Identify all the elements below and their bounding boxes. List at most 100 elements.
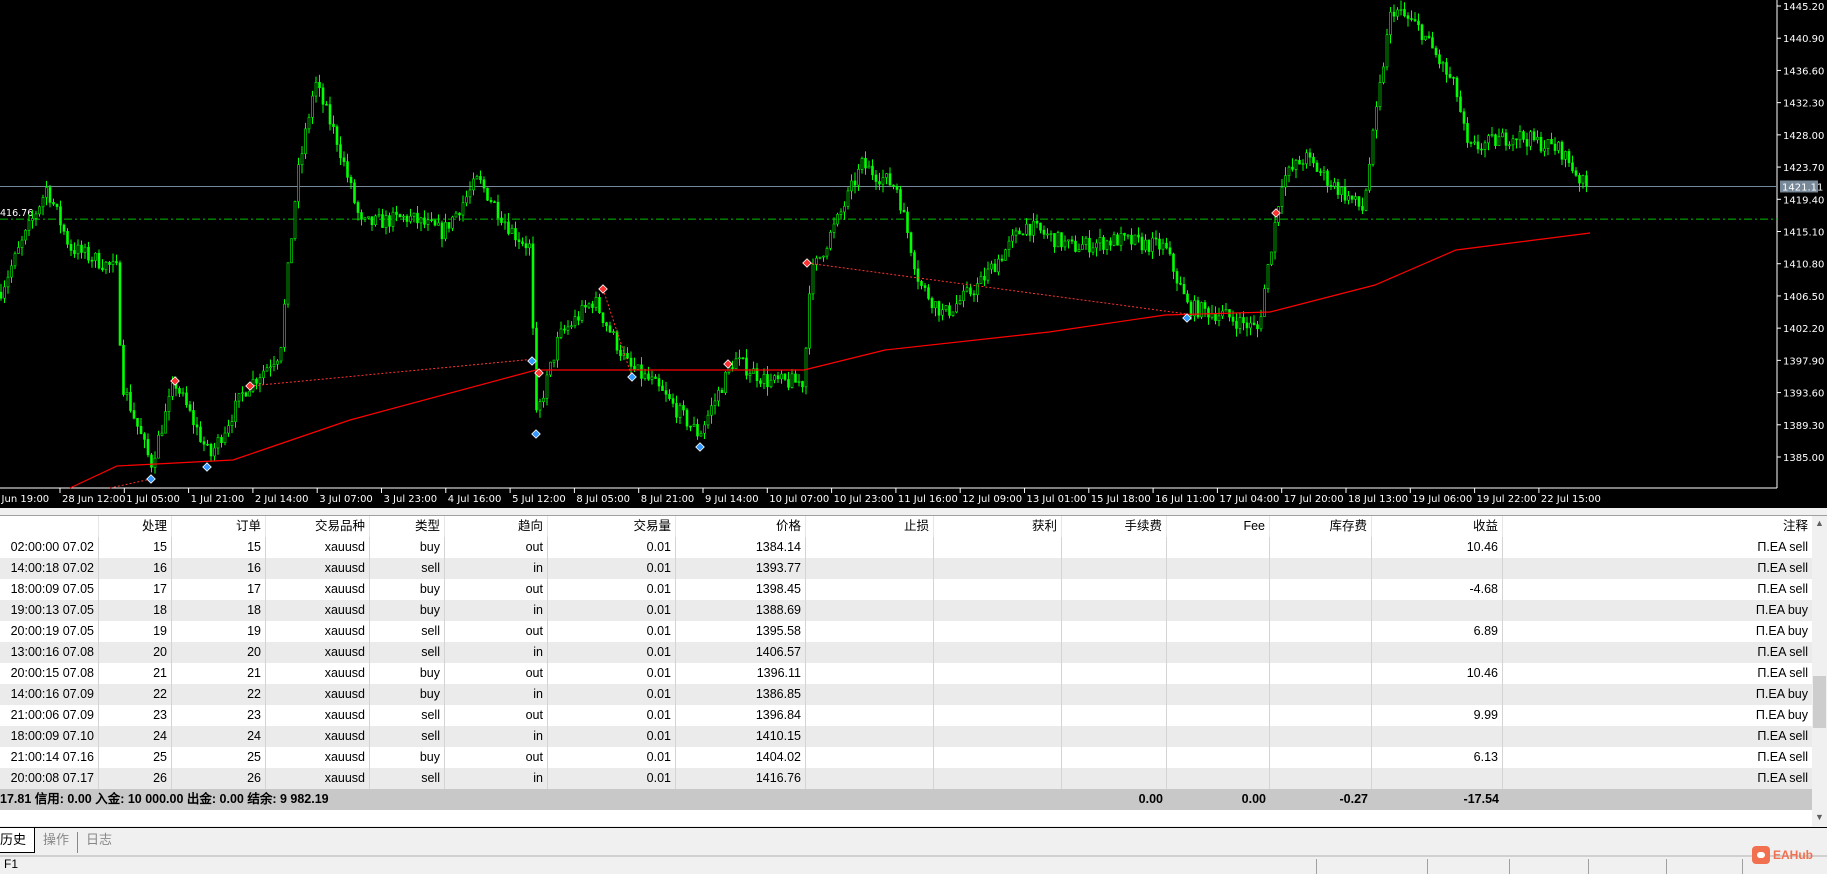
table-row[interactable]: 07.08 20:00:15 21 21 xauusd buy out 0.01 1396.1…	[0, 663, 1812, 684]
candle-body	[248, 390, 251, 397]
tab-journal[interactable]: 日志	[78, 828, 120, 853]
candle-body	[216, 437, 220, 449]
candle-body	[1147, 239, 1151, 252]
table-cell: 07.16 21:00:14	[0, 747, 99, 768]
candle-body	[587, 303, 591, 308]
candle-body	[1133, 234, 1137, 245]
column-header[interactable]: 手续费	[1062, 516, 1167, 537]
table-cell	[1167, 726, 1270, 747]
column-header[interactable]: 收益	[1372, 516, 1503, 537]
candle-body	[934, 301, 937, 309]
candle-body	[1140, 236, 1144, 251]
candle-body	[1525, 139, 1529, 147]
candle-body	[507, 221, 510, 234]
candle-body	[451, 216, 454, 229]
column-header[interactable]: 订单	[172, 516, 266, 537]
table-header[interactable]: 处理 订单 交易品种 类型 趋向 交易量 价格 止损 获利 手续费 Fee 库存费 收益 注释	[0, 516, 1812, 537]
column-header[interactable]: 处理	[99, 516, 172, 537]
candle-body	[1385, 34, 1389, 68]
candle-body	[17, 247, 20, 254]
candle-body	[1581, 175, 1585, 184]
candle-body	[132, 410, 136, 419]
candle-body	[1060, 232, 1063, 248]
table-row[interactable]: 07.05 19:00:13 18 18 xauusd buy in 0.01 1388.69…	[0, 600, 1812, 621]
candle-body	[906, 211, 909, 234]
buy-marker-icon	[202, 462, 212, 472]
candle-body	[325, 103, 328, 106]
candle-body	[101, 267, 104, 271]
table-row[interactable]: 07.09 14:00:16 22 22 xauusd buy in 0.01 1386.85…	[0, 684, 1812, 705]
table-row[interactable]: 07.16 21:00:14 25 25 xauusd buy out 0.01 1404.0…	[0, 747, 1812, 768]
pig-icon	[1752, 846, 1770, 864]
table-row[interactable]: 07.10 18:00:09 24 24 xauusd sell in 0.01 1410.1…	[0, 726, 1812, 747]
candle-body	[1438, 54, 1441, 65]
column-header[interactable]: 获利	[934, 516, 1062, 537]
table-cell: 07.08 20:00:15	[0, 663, 99, 684]
table-row[interactable]: 07.17 20:00:08 26 26 xauusd sell in 0.01 1416.7…	[0, 768, 1812, 789]
price-tick-label: 1432.30	[1783, 99, 1824, 110]
time-tick-label: 19 Jul 06:00	[1412, 494, 1472, 505]
candle-body	[787, 379, 790, 388]
column-header[interactable]: 止损	[806, 516, 934, 537]
column-header[interactable]: 交易品种	[266, 516, 370, 537]
scroll-up-icon[interactable]: ▲	[1815, 518, 1824, 528]
table-row[interactable]: 07.02 02:00:00 15 15 xauusd buy out 0.01 1384.1…	[0, 537, 1812, 558]
candle-body	[678, 405, 682, 418]
candle-body	[594, 297, 598, 308]
candle-body	[377, 214, 381, 217]
table-cell: 0.01	[548, 705, 676, 726]
candle-body	[1420, 24, 1424, 40]
candle-body	[1574, 170, 1578, 176]
candle-body	[55, 203, 59, 207]
column-header[interactable]: 交易量	[548, 516, 676, 537]
candle-body	[941, 309, 944, 316]
column-header[interactable]: 类型	[370, 516, 445, 537]
candle-body	[188, 404, 192, 411]
candle-body	[885, 173, 888, 178]
table-cell: out	[445, 537, 548, 558]
column-header[interactable]: 趋向	[445, 516, 548, 537]
table-cell: П.EA sell	[1757, 666, 1808, 680]
table-cell	[1167, 579, 1270, 600]
scrollbar-thumb[interactable]	[1813, 676, 1826, 728]
table-cell	[1167, 747, 1270, 768]
candle-body	[969, 287, 972, 295]
candle-body	[514, 228, 517, 241]
candlestick-chart[interactable]: 1445.20 1440.90 1436.60 1432.30 1428.00 1423.…	[0, 0, 1827, 508]
candle-body	[458, 212, 461, 216]
table-row[interactable]: 07.05 18:00:09 17 17 xauusd buy out 0.01 1398.4…	[0, 579, 1812, 600]
time-tick-label: 3 Jul 07:00	[319, 494, 373, 505]
candle-body	[402, 215, 405, 218]
column-header[interactable]	[0, 516, 99, 537]
column-header[interactable]: Fee	[1167, 516, 1270, 537]
candle-body	[1287, 166, 1291, 176]
candle-body	[1042, 229, 1046, 235]
column-header[interactable]: 价格	[676, 516, 806, 537]
table-cell: 16	[172, 558, 266, 579]
table-row[interactable]: 07.08 13:00:16 20 20 xauusd sell in 0.01 1406.5…	[0, 642, 1812, 663]
candle-body	[524, 243, 528, 249]
tab-history[interactable]: 历史	[0, 828, 36, 853]
table-row[interactable]: 07.05 20:00:19 19 19 xauusd sell out 0.01 1395.…	[0, 621, 1812, 642]
table-row[interactable]: 07.09 21:00:06 23 23 xauusd sell out 0.01 1396.…	[0, 705, 1812, 726]
splitter[interactable]	[0, 508, 1827, 516]
candle-body	[41, 197, 45, 208]
table-cell: 9.99	[1372, 705, 1503, 726]
candle-body	[3, 286, 6, 299]
candle-body	[1105, 240, 1109, 250]
column-header[interactable]: 注释	[1503, 516, 1812, 537]
vertical-scrollbar[interactable]: ▲ ▼	[1812, 516, 1827, 826]
candle-body	[804, 347, 808, 388]
scroll-down-icon[interactable]: ▼	[1815, 812, 1824, 822]
buy-marker-icon	[531, 429, 541, 439]
candle-body	[650, 376, 654, 380]
table-cell: out	[445, 663, 548, 684]
candle-body	[1434, 47, 1438, 56]
candle-body	[178, 388, 181, 394]
tab-operations[interactable]: 操作	[35, 832, 79, 853]
table-cell	[1372, 768, 1503, 789]
table-row[interactable]: 07.02 14:00:18 16 16 xauusd sell in 0.01 1393.7…	[0, 558, 1812, 579]
candle-body	[1487, 135, 1490, 144]
column-header[interactable]: 库存费	[1270, 516, 1372, 537]
price-chart[interactable]: 1445.20 1440.90 1436.60 1432.30 1428.00 1423.…	[0, 0, 1827, 508]
